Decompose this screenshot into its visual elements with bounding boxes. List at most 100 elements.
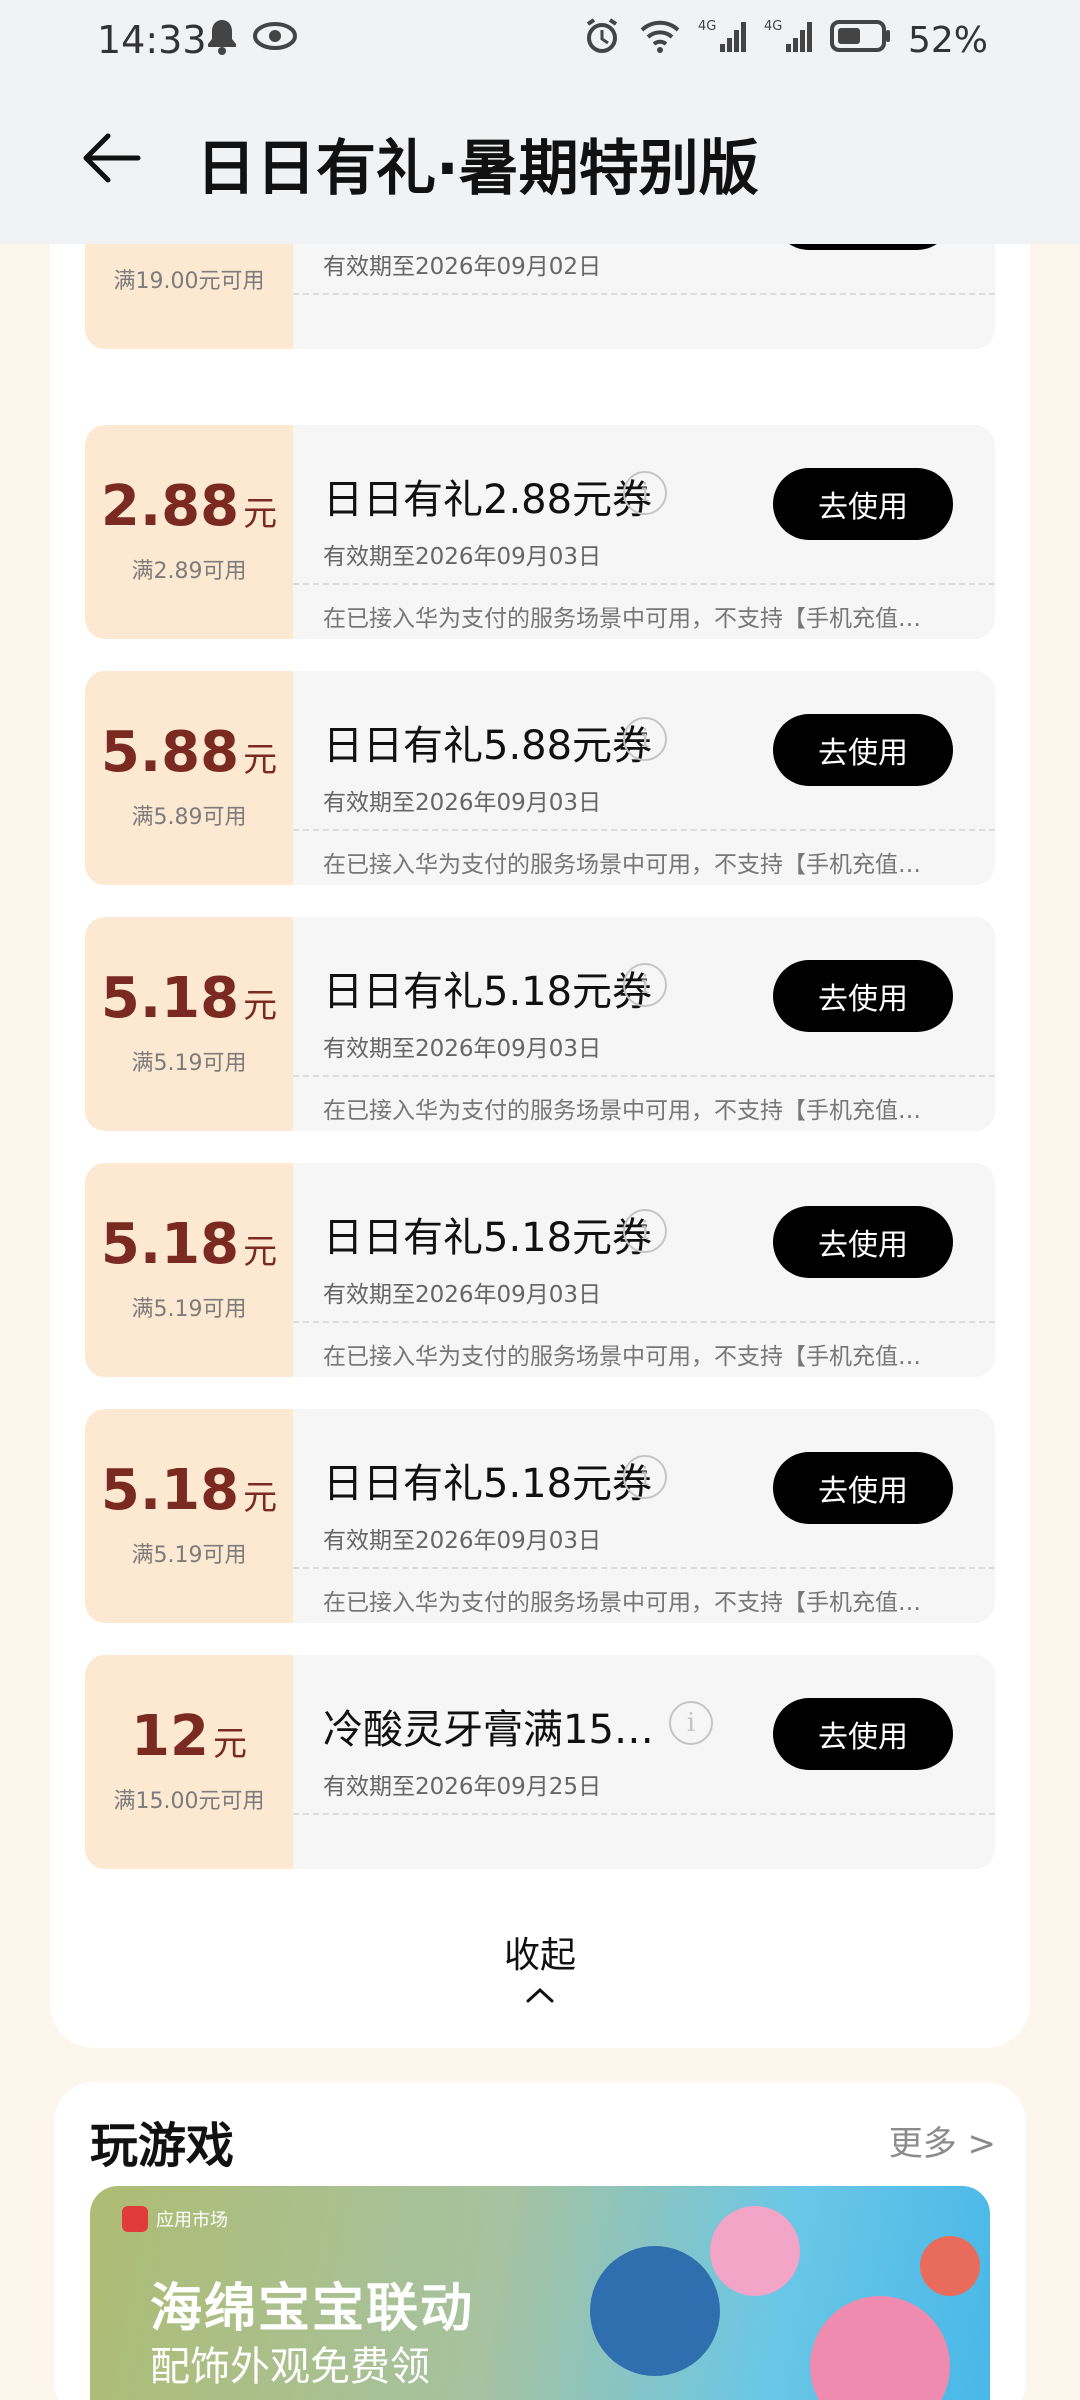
character-illustration xyxy=(590,2246,720,2376)
coupon-card: 2.88 元满2.89可用 日日有礼2.88元券 i 有效期至2026年09月03日 在已… xyxy=(85,425,995,639)
coupon-detail: 日日有礼5.18元券 i 有效期至2026年09月03日 在已接入华为支付的服务场景中… xyxy=(293,917,995,1131)
info-icon[interactable]: i xyxy=(623,1455,667,1499)
coupon-divider xyxy=(293,829,995,831)
back-button[interactable] xyxy=(70,118,150,198)
banner-subtitle: 配饰外观免费领 xyxy=(150,2344,430,2390)
coupon-amount-unit: 元 xyxy=(243,1478,278,1518)
alarm-icon xyxy=(582,16,622,65)
coupon-card: 5.18 元满5.19可用 日日有礼5.18元券 i 有效期至2026年09月03日 在已… xyxy=(85,1409,995,1623)
coupon-amount: 5.18 元 xyxy=(101,1463,277,1519)
coupon-card: 5.88 元满5.89可用 日日有礼5.88元券 i 有效期至2026年09月03日 在已… xyxy=(85,671,995,885)
coupon-divider xyxy=(293,1813,995,1815)
status-bar: 14:33 4G 4G 52% xyxy=(0,0,1080,80)
coupon-expiry: 有效期至2026年09月03日 xyxy=(323,544,602,570)
game-section: 玩游戏 更多 > 应用市场 海绵宝宝联动 配饰外观免费领 xyxy=(54,2082,1026,2400)
banner-source: 应用市场 xyxy=(156,2210,228,2231)
coupon-card: 5.18 元满5.19可用 日日有礼5.18元券 i 有效期至2026年09月03日 在已… xyxy=(85,1163,995,1377)
coupon-card: 5.18 元满5.19可用 日日有礼5.18元券 i 有效期至2026年09月03日 在已… xyxy=(85,917,995,1131)
coupon-divider xyxy=(293,583,995,585)
battery-icon xyxy=(829,16,892,65)
back-arrow-icon xyxy=(83,133,141,183)
use-coupon-button[interactable]: 去使用 xyxy=(773,714,953,786)
coupon-condition: 满5.19可用 xyxy=(131,1543,247,1568)
info-icon[interactable]: i xyxy=(623,963,667,1007)
coupon-amount-value: 5.88 xyxy=(100,720,240,785)
use-coupon-button[interactable]: 去使用 xyxy=(773,1206,953,1278)
coupon-amount-value: 5.18 xyxy=(100,966,240,1031)
coupon-condition: 满15.00元可用 xyxy=(113,1789,265,1814)
coupon-title: 日日有礼5.18元券 xyxy=(323,1215,653,1261)
character-illustration xyxy=(920,2236,980,2296)
game-banner[interactable]: 应用市场 海绵宝宝联动 配饰外观免费领 xyxy=(90,2186,990,2400)
coupon-condition: 满2.89可用 xyxy=(131,559,247,584)
top-bar: 14:33 4G 4G 52% 日日有礼·暑期特别版 xyxy=(0,0,1080,244)
coupon-amount-value: 12 xyxy=(131,1704,209,1769)
eye-icon xyxy=(253,16,297,65)
coupon-title: 日日有礼5.18元券 xyxy=(323,1461,653,1507)
battery-percent: 52% xyxy=(907,20,988,61)
coupon-card: 12 元满15.00元可用 冷酸灵牙膏满15… i 有效期至2026年09月25日 去使用 xyxy=(85,1655,995,1869)
use-coupon-button[interactable]: 去使用 xyxy=(773,1452,953,1524)
page: 14:33 4G 4G 52% 日日有礼·暑期特别版 满19.00元可用 有效期… xyxy=(0,0,1080,2400)
use-coupon-button[interactable]: 去使用 xyxy=(773,468,953,540)
collapse-button[interactable]: 收起 xyxy=(0,1926,1080,2008)
coupon-title: 日日有礼2.88元券 xyxy=(323,477,653,523)
chevron-up-icon xyxy=(0,1986,1080,2008)
use-coupon-button[interactable]: 去使用 xyxy=(773,1698,953,1770)
app-market-logo-icon xyxy=(122,2206,148,2232)
collapse-label: 收起 xyxy=(503,1935,576,1976)
coupon-amount-unit: 元 xyxy=(243,1232,278,1272)
coupon-amount: 2.88 元 xyxy=(101,479,277,535)
wifi-icon xyxy=(638,16,682,65)
coupon-amount: 5.18 元 xyxy=(101,971,277,1027)
more-link[interactable]: 更多 > xyxy=(889,2116,996,2165)
info-icon[interactable]: i xyxy=(623,717,667,761)
coupon-detail: 日日有礼5.88元券 i 有效期至2026年09月03日在已接入华为支付的服务场景中… xyxy=(293,671,995,885)
signal-4g-icon: 4G xyxy=(764,16,814,65)
status-time: 14:33 xyxy=(97,18,207,62)
coupon-amount-unit: 元 xyxy=(243,986,278,1026)
coupon-amount-value: 5.18 xyxy=(100,1458,240,1523)
use-coupon-button[interactable]: 去使用 xyxy=(773,960,953,1032)
coupon-amount-panel: 2.88 元满2.89可用 xyxy=(85,425,293,639)
coupon-divider xyxy=(293,293,995,295)
page-title: 日日有礼·暑期特别版 xyxy=(196,134,759,204)
coupon-amount-panel: 12 元满15.00元可用 xyxy=(85,1655,293,1869)
banner-headline: 海绵宝宝联动 xyxy=(150,2279,475,2339)
info-icon[interactable]: i xyxy=(623,471,667,515)
notification-icon xyxy=(205,16,239,65)
coupon-detail: 日日有礼5.18元券 i 有效期至2026年09月03日 在已接入华为支付的服务场景中… xyxy=(293,1409,995,1623)
coupon-expiry: 有效期至2026年09月03日 xyxy=(323,790,602,816)
coupon-amount-unit: 元 xyxy=(243,740,278,780)
coupon-amount-unit: 元 xyxy=(243,494,278,534)
coupon-amount-panel: 5.18 元满5.19可用 xyxy=(85,1409,293,1623)
coupon-title: 日日有礼5.88元券 xyxy=(323,723,653,769)
coupon-amount-value: 5.18 xyxy=(100,1212,240,1277)
svg-text:4G: 4G xyxy=(698,19,716,34)
coupon-amount: 5.18 元 xyxy=(101,1217,277,1273)
coupon-condition: 满5.89可用 xyxy=(131,805,247,830)
coupon-description: 在已接入华为支付的服务场景中可用，不支持【手机充值… xyxy=(323,852,921,878)
coupon-detail: 日日有礼2.88元券 i 有效期至2026年09月03日在已接入华为支付的服务场景中… xyxy=(293,425,995,639)
coupon-description: 在已接入华为支付的服务场景中可用，不支持【手机充值… xyxy=(323,606,921,632)
coupon-condition: 满5.19可用 xyxy=(131,1297,247,1322)
info-icon[interactable]: i xyxy=(669,1701,713,1745)
coupon-amount-unit: 元 xyxy=(212,1724,247,1764)
character-illustration xyxy=(810,2296,950,2400)
coupon-description: 在已接入华为支付的服务场景中可用，不支持【手机充值… xyxy=(323,1590,921,1616)
coupon-detail: 冷酸灵牙膏满15… i 有效期至2026年09月25日 去使用 xyxy=(293,1655,995,1869)
coupon-expiry: 有效期至2026年09月02日 xyxy=(323,254,602,280)
coupon-title: 冷酸灵牙膏满15… xyxy=(323,1707,654,1753)
header: 日日有礼·暑期特别版 xyxy=(0,100,1080,244)
character-illustration xyxy=(710,2206,800,2296)
coupon-amount-panel: 5.18 元满5.19可用 xyxy=(85,1163,293,1377)
coupon-condition: 满19.00元可用 xyxy=(113,269,265,294)
coupon-divider xyxy=(293,1567,995,1569)
info-icon[interactable]: i xyxy=(623,1209,667,1253)
coupon-title: 日日有礼5.18元券 xyxy=(323,969,653,1015)
app-market-badge: 应用市场 xyxy=(122,2206,228,2232)
coupon-amount: 12 元 xyxy=(131,1709,247,1765)
coupon-amount: 5.88 元 xyxy=(101,725,277,781)
coupon-amount-panel: 5.88 元满5.89可用 xyxy=(85,671,293,885)
coupon-expiry: 有效期至2026年09月03日 xyxy=(323,1282,602,1308)
